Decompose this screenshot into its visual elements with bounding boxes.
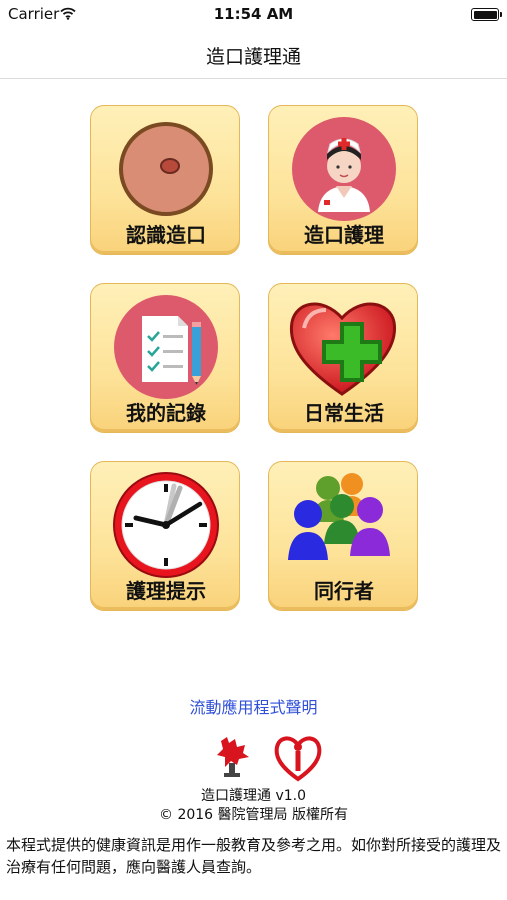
page-title: 造口護理通 [205,46,301,68]
hospital-authority-logo-icon [274,736,322,782]
menu-tile-label: 認識造口 [126,223,206,247]
menu-tile-label: 同行者 [314,579,374,603]
copyright-notice: © 2016 醫院管理局 版權所有 [159,807,348,823]
menu-tile-companions[interactable]: 同行者 [268,461,418,611]
stoma-icon [106,114,226,224]
app-statement-link[interactable]: 流動應用程式聲明 [0,694,507,718]
menu-tile-my-records[interactable]: 我的記錄 [90,283,240,433]
menu-tile-label: 護理提示 [126,579,206,603]
menu-tile-stoma-care[interactable]: 造口護理 [268,105,418,255]
menu-tile-daily-life[interactable]: 日常生活 [268,283,418,433]
heart-plus-icon [284,292,404,402]
people-icon [284,470,404,580]
checklist-icon [106,292,226,402]
status-bar: Carrier 11:54 AM [0,0,507,28]
logos [213,733,333,783]
menu-tile-label: 造口護理 [304,223,384,247]
menu-tile-stoma-info[interactable]: 認識造口 [90,105,240,255]
nav-bar: 造口護理通 [0,28,507,79]
battery-icon [471,8,502,21]
clock-icon [106,470,226,580]
menu-tile-label: 我的記錄 [126,401,206,425]
disclaimer-text: 本程式提供的健康資訊是用作一般教育及參考之用。如你對所接受的護理及治療有任何問題… [6,836,502,876]
app-version: 造口護理通 v1.0 [201,788,306,804]
menu-tile-label: 日常生活 [304,401,384,425]
menu-tile-care-reminder[interactable]: 護理提示 [90,461,240,611]
nurse-icon [284,114,404,224]
status-time: 11:54 AM [213,5,294,23]
